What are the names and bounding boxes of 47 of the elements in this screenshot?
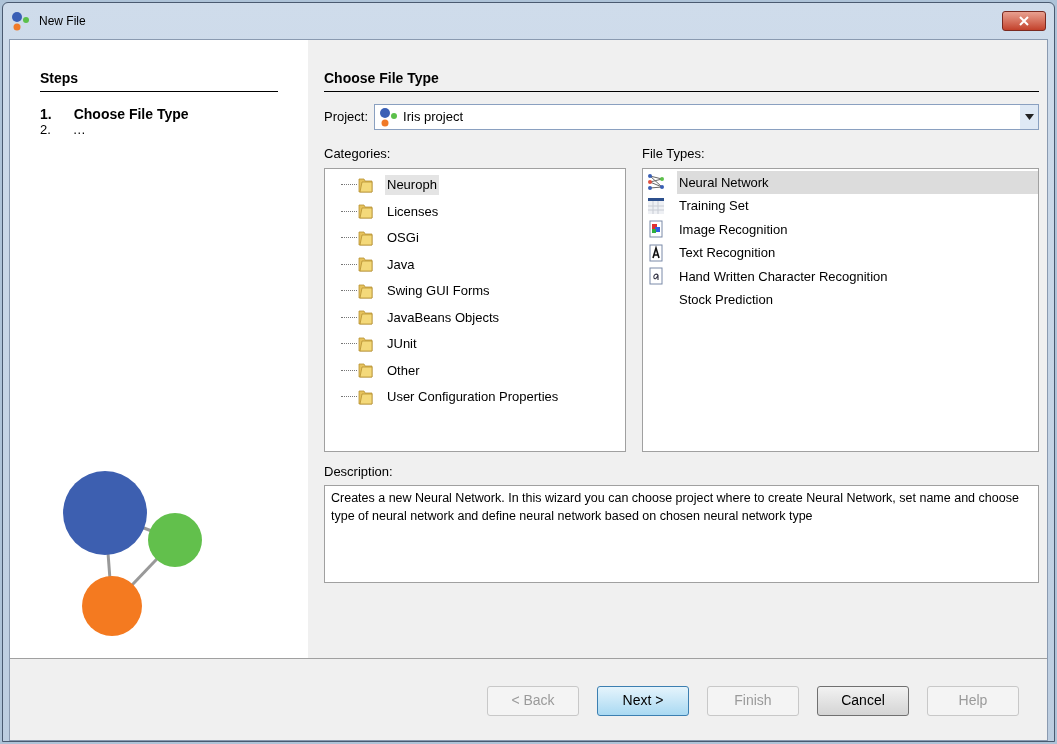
folder-icon bbox=[357, 334, 375, 353]
step-item: 2. … bbox=[40, 122, 87, 138]
file-types-label: File Types: bbox=[642, 145, 706, 163]
project-label: Project: bbox=[324, 108, 369, 127]
file-type-item[interactable]: Hand Written Character Recognition bbox=[677, 264, 1038, 288]
steps-heading: Steps bbox=[40, 68, 278, 92]
category-item[interactable]: Swing GUI Forms bbox=[385, 281, 492, 301]
dialog-button[interactable]: Cancel bbox=[817, 685, 909, 716]
folder-icon bbox=[357, 281, 375, 300]
folder-icon bbox=[357, 255, 375, 274]
category-item[interactable]: JUnit bbox=[385, 334, 419, 354]
category-item[interactable]: OSGi bbox=[385, 228, 421, 248]
category-item[interactable]: Java bbox=[385, 254, 417, 274]
file-type-item[interactable]: Training Set bbox=[677, 194, 1038, 218]
categories-label: Categories: bbox=[324, 145, 392, 163]
script-file-icon bbox=[647, 267, 665, 286]
panel-heading: Choose File Type bbox=[324, 68, 1039, 92]
table-icon bbox=[647, 196, 665, 215]
window-title: New File bbox=[39, 13, 86, 30]
folder-icon bbox=[357, 228, 375, 247]
folder-icon bbox=[357, 308, 375, 327]
dialog-button[interactable]: Next > bbox=[597, 685, 689, 716]
category-item[interactable]: User Configuration Properties bbox=[385, 387, 561, 407]
app-logo-icon bbox=[11, 11, 31, 31]
folder-icon bbox=[357, 175, 375, 194]
file-type-item[interactable]: Stock Prediction bbox=[677, 288, 1038, 312]
category-item[interactable]: Neuroph bbox=[385, 175, 439, 195]
folder-icon bbox=[357, 202, 375, 221]
category-item[interactable]: JavaBeans Objects bbox=[385, 307, 501, 327]
close-button[interactable] bbox=[1002, 11, 1046, 31]
project-dropdown[interactable]: Iris project bbox=[374, 104, 1039, 130]
dropdown-arrow-icon bbox=[1024, 114, 1034, 120]
file-type-item[interactable]: Text Recognition bbox=[677, 241, 1038, 265]
folder-icon bbox=[357, 361, 375, 380]
letter-file-icon bbox=[647, 243, 665, 262]
category-item[interactable]: Licenses bbox=[385, 201, 441, 221]
file-type-item[interactable]: Image Recognition bbox=[677, 217, 1038, 241]
description-text: Creates a new Neural Network. In this wizard you can choose project where to create Neural Network, set name and choose type of neural network and define neural network based on chosen neural network type bbox=[331, 490, 1020, 525]
file-type-item[interactable]: Neural Network bbox=[677, 170, 1038, 194]
description-label: Description: bbox=[324, 462, 394, 481]
close-icon bbox=[1019, 16, 1029, 26]
image-file-icon bbox=[647, 220, 665, 239]
step-item: 1. Choose File Type bbox=[40, 106, 190, 122]
category-item[interactable]: Other bbox=[385, 360, 422, 380]
network-icon bbox=[647, 173, 665, 192]
project-icon bbox=[379, 107, 400, 127]
folder-icon bbox=[357, 387, 375, 406]
